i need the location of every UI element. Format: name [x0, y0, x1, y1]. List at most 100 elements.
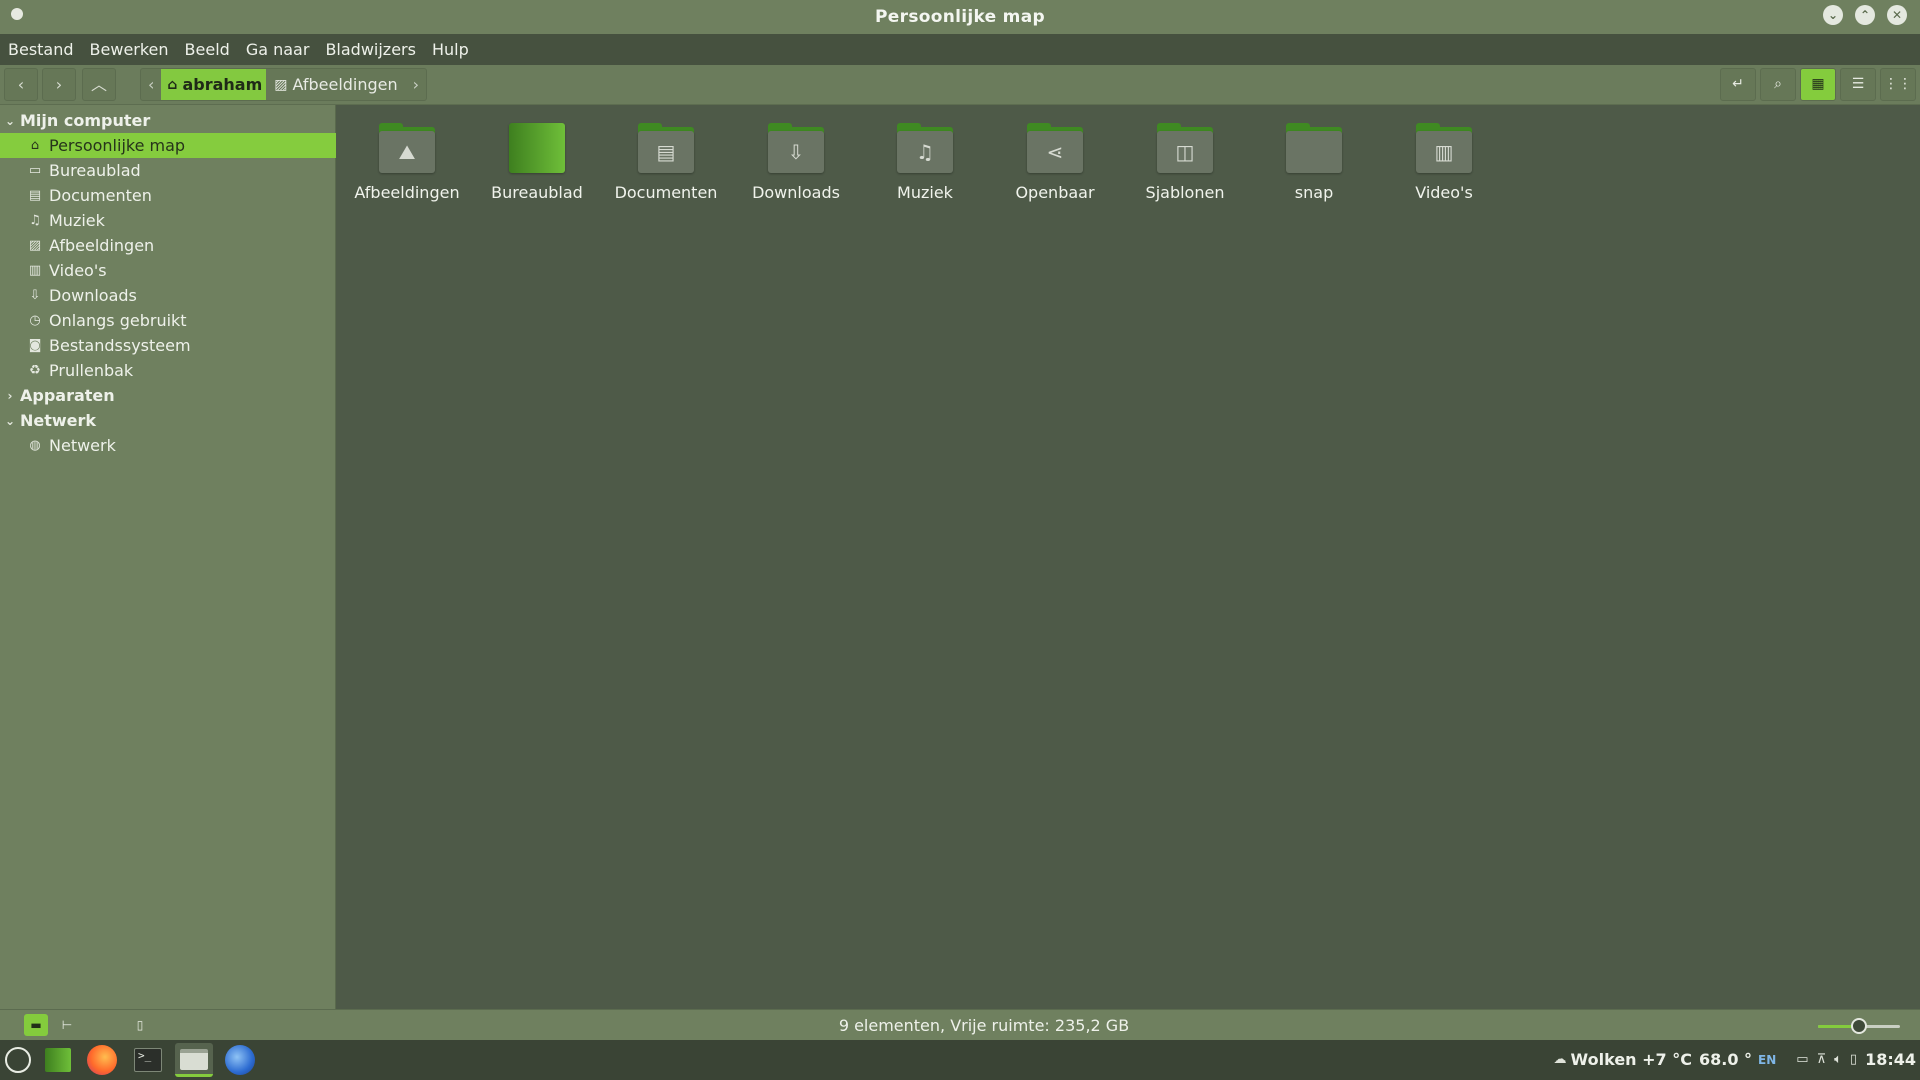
- sidebar-section-apparaten[interactable]: › Apparaten: [0, 383, 336, 408]
- weather-text[interactable]: Wolken +7 °C: [1571, 1050, 1692, 1069]
- sidebar-item-persoonlijke-map[interactable]: ⌂ Persoonlijke map: [0, 133, 336, 158]
- chevron-left-icon: ‹: [17, 75, 25, 94]
- file-item-videos[interactable]: ▥ Video's: [1386, 123, 1502, 202]
- drive-icon: ◙: [28, 338, 42, 353]
- file-item-muziek[interactable]: ♫ Muziek: [867, 123, 983, 202]
- chevron-down-icon: ⌄: [4, 113, 16, 128]
- sidebar-item-label: Netwerk: [49, 436, 116, 455]
- sidebar-section-mijn-computer[interactable]: ⌄ Mijn computer: [0, 108, 336, 133]
- file-item-label: Bureaublad: [491, 183, 583, 202]
- weather-value: 68.0 °: [1698, 1050, 1753, 1069]
- volume-icon[interactable]: 🔈︎: [1834, 1052, 1842, 1067]
- network-icon[interactable]: ⊼: [1817, 1052, 1827, 1067]
- file-item-sjablonen[interactable]: ◫ Sjablonen: [1127, 123, 1243, 202]
- sidebar-item-documenten[interactable]: ▤ Documenten: [0, 183, 336, 208]
- list-view-button[interactable]: ☰: [1840, 68, 1876, 101]
- folder-icon: ⇩: [768, 123, 824, 173]
- minimize-button[interactable]: ⌄: [1823, 5, 1843, 25]
- search-icon: ⌕: [1774, 76, 1782, 92]
- menu-bewerken[interactable]: Bewerken: [90, 38, 169, 61]
- menu-bestand[interactable]: Bestand: [8, 38, 74, 61]
- display-icon[interactable]: ▭: [1796, 1052, 1808, 1067]
- maximize-button[interactable]: ⌃: [1855, 5, 1875, 25]
- icon-view-button[interactable]: ▦: [1800, 68, 1836, 101]
- back-button[interactable]: ‹: [4, 68, 38, 101]
- close-button[interactable]: ✕: [1887, 5, 1907, 25]
- file-item-snap[interactable]: snap: [1256, 123, 1372, 202]
- start-icon: [5, 1047, 31, 1073]
- music-icon: ♫: [897, 131, 953, 173]
- clock-icon: ◷: [29, 313, 41, 328]
- search-button[interactable]: ⌕: [1760, 68, 1796, 101]
- sidebar-item-videos[interactable]: ▥ Video's: [0, 258, 336, 283]
- clock[interactable]: 18:44: [1865, 1050, 1916, 1069]
- sidebar-item-bestandssysteem[interactable]: ◙ Bestandssysteem: [0, 333, 336, 358]
- toggle-location-button[interactable]: ↵: [1720, 68, 1756, 101]
- menu-bladwijzers[interactable]: Bladwijzers: [325, 38, 416, 61]
- chevron-right-icon: ›: [7, 388, 13, 403]
- sidebar-section-netwerk[interactable]: ⌄ Netwerk: [0, 408, 336, 433]
- file-item-documenten[interactable]: ▤ Documenten: [608, 123, 724, 202]
- sidebar-item-label: Persoonlijke map: [49, 136, 186, 155]
- sidebar-item-muziek[interactable]: ♫ Muziek: [0, 208, 336, 233]
- compact-icon: ⋮⋮: [1884, 76, 1912, 92]
- firefox-launcher[interactable]: [83, 1043, 121, 1077]
- breadcrumb-right-arrow[interactable]: ›: [406, 69, 426, 100]
- file-item-bureaublad[interactable]: Bureaublad: [479, 123, 595, 202]
- file-view: ⛰ Afbeeldingen Bureaublad ▤ Documenten ⇩…: [337, 105, 1920, 1009]
- folder-icon: ⋖: [1027, 123, 1083, 173]
- folder-icon: ◫: [1157, 123, 1213, 173]
- file-item-label: Downloads: [752, 183, 840, 202]
- sidebar-item-label: Bestandssysteem: [49, 336, 191, 355]
- taskbar: >_ ☁ Wolken +7 °C 68.0 ° EN ▭ ⊼ 🔈︎ ▯ 18:…: [0, 1040, 1920, 1080]
- menu-hulp[interactable]: Hulp: [432, 38, 469, 61]
- desktop-icon: ▭: [28, 163, 42, 178]
- up-button[interactable]: ︿: [82, 68, 116, 101]
- file-item-label: snap: [1294, 183, 1334, 202]
- file-item-downloads[interactable]: ⇩ Downloads: [738, 123, 854, 202]
- sidebar-item-afbeeldingen[interactable]: ▨ Afbeeldingen: [0, 233, 336, 258]
- chevron-up-icon: ︿: [90, 75, 107, 94]
- grid-icon: ▦: [1811, 76, 1825, 92]
- sidebar-item-bureaublad[interactable]: ▭ Bureaublad: [0, 158, 336, 183]
- menu-beeld[interactable]: Beeld: [185, 38, 230, 61]
- template-icon: ◫: [1157, 131, 1213, 173]
- compact-view-button[interactable]: ⋮⋮: [1880, 68, 1916, 101]
- chevron-left-icon: ‹: [148, 75, 155, 94]
- file-manager-icon: [180, 1049, 208, 1070]
- start-menu-button[interactable]: [0, 1043, 38, 1077]
- zoom-slider-handle[interactable]: [1851, 1018, 1867, 1034]
- film-icon: ▥: [28, 263, 42, 278]
- file-item-afbeeldingen[interactable]: ⛰ Afbeeldingen: [349, 123, 465, 202]
- thunderbird-launcher[interactable]: [221, 1043, 259, 1077]
- menu-ga-naar[interactable]: Ga naar: [246, 38, 310, 61]
- sidebar-item-downloads[interactable]: ⇩ Downloads: [0, 283, 336, 308]
- sidebar-item-label: Onlangs gebruikt: [49, 311, 187, 330]
- folder-icon: ▤: [638, 123, 694, 173]
- desktop-icon: [45, 1048, 71, 1072]
- folder-icon: [509, 123, 565, 173]
- sidebar-item-onlangs-gebruikt[interactable]: ◷ Onlangs gebruikt: [0, 308, 336, 333]
- forward-button[interactable]: ›: [42, 68, 76, 101]
- keyboard-layout[interactable]: EN: [1758, 1053, 1776, 1067]
- file-item-openbaar[interactable]: ⋖ Openbaar: [997, 123, 1113, 202]
- terminal-launcher[interactable]: >_: [129, 1043, 167, 1077]
- breadcrumb-home[interactable]: ⌂ abraham: [161, 69, 267, 100]
- breadcrumb-afbeeldingen[interactable]: ▨ Afbeeldingen: [266, 69, 405, 100]
- list-icon: ☰: [1851, 76, 1865, 92]
- show-desktop-button[interactable]: [38, 1043, 76, 1077]
- file-item-label: Sjablonen: [1145, 183, 1225, 202]
- terminal-icon: >_: [134, 1048, 162, 1072]
- chevron-right-icon: ›: [412, 75, 420, 94]
- home-icon: ⌂: [167, 76, 178, 93]
- breadcrumb-label: Afbeeldingen: [292, 75, 398, 94]
- sidebar-item-netwerk[interactable]: ◍ Netwerk: [0, 433, 336, 458]
- sidebar-item-prullenbak[interactable]: ♻ Prullenbak: [0, 358, 336, 383]
- file-manager-launcher[interactable]: [175, 1043, 213, 1077]
- sidebar-section-label: Netwerk: [20, 411, 97, 430]
- battery-icon[interactable]: ▯: [1850, 1052, 1857, 1067]
- breadcrumb-left-arrow[interactable]: ‹: [141, 69, 161, 100]
- title-bar: Persoonlijke map ⌄ ⌃ ✕: [0, 0, 1920, 34]
- menu-bar: Bestand Bewerken Beeld Ga naar Bladwijze…: [0, 34, 1920, 65]
- sidebar-item-label: Downloads: [49, 286, 137, 305]
